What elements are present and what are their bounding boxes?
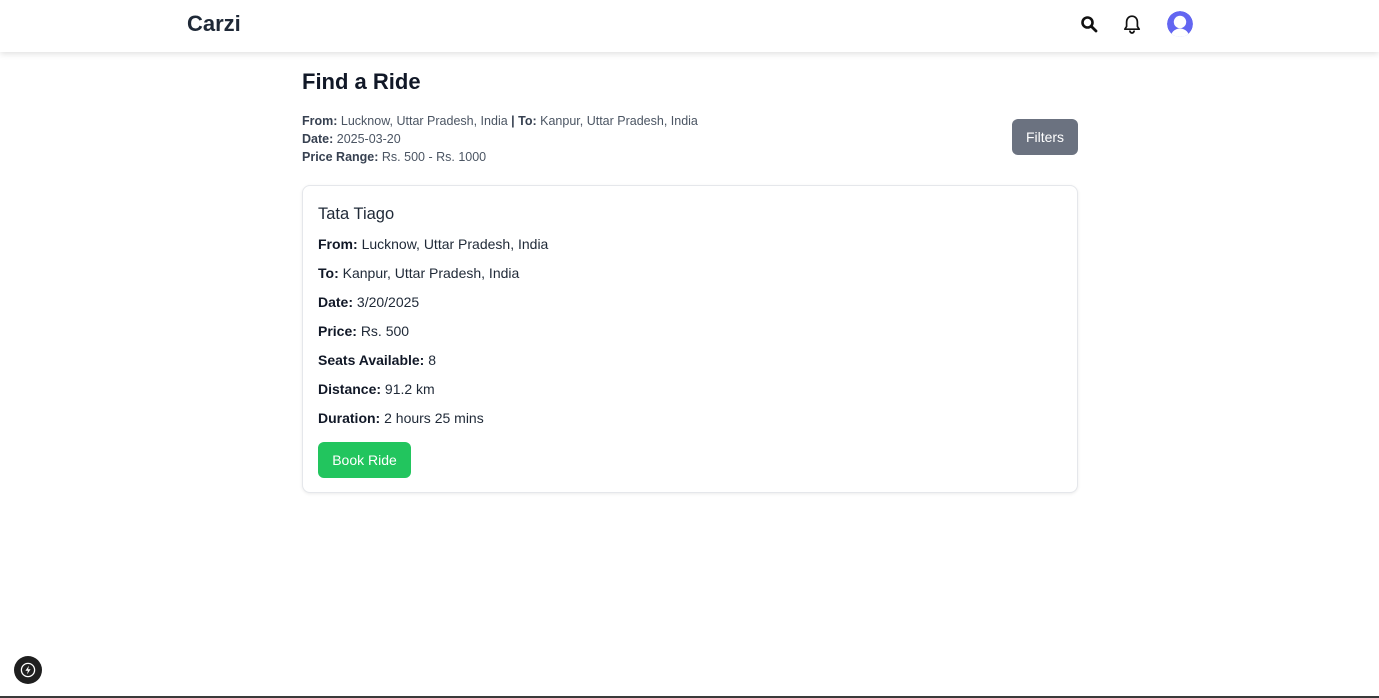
page-title: Find a Ride [302,69,421,94]
ride-duration: Duration: 2 hours 25 mins [318,410,484,426]
ride-to: To: Kanpur, Uttar Pradesh, India [318,265,519,281]
search-icon[interactable] [1080,15,1098,33]
summary-from-label: From: [302,114,338,128]
ride-date-value: 3/20/2025 [356,294,420,310]
summary-separator: | [511,114,515,128]
ride-to-value: Kanpur, Uttar Pradesh, India [342,265,520,281]
summary-price-label: Price Range: [302,150,379,164]
ride-distance: Distance: 91.2 km [318,381,435,397]
summary-price-value: Rs. 500 - Rs. 1000 [381,150,487,164]
ride-duration-label: Duration: [318,410,381,426]
ride-price-value: Rs. 500 [360,323,410,339]
navbar-actions [1076,10,1196,40]
dev-tools-badge[interactable] [14,656,42,684]
ride-price-label: Price: [318,323,357,339]
ride-date-label: Date: [318,294,354,310]
search-summary: From: Lucknow, Uttar Pradesh, India | To… [302,112,698,166]
book-ride-button[interactable]: Book Ride [318,442,411,478]
bell-icon[interactable] [1121,13,1143,35]
brand-logo[interactable]: Carzi [187,11,241,37]
summary-date-label: Date: [302,132,334,146]
ride-card: Tata Tiago From: Lucknow, Uttar Pradesh,… [302,185,1078,493]
summary-price: Price Range: Rs. 500 - Rs. 1000 [302,148,698,166]
ride-from: From: Lucknow, Uttar Pradesh, India [318,236,548,252]
ride-date: Date: 3/20/2025 [318,294,419,310]
summary-from-value: Lucknow, Uttar Pradesh, India [340,114,508,128]
summary-to-label: To: [518,114,537,128]
ride-from-label: From: [318,236,358,252]
ride-from-value: Lucknow, Uttar Pradesh, India [361,236,549,252]
ride-seats-label: Seats Available: [318,352,425,368]
ride-seats-value: 8 [428,352,437,368]
summary-route: From: Lucknow, Uttar Pradesh, India | To… [302,112,698,130]
filters-button[interactable]: Filters [1012,119,1078,155]
summary-to-value: Kanpur, Uttar Pradesh, India [540,114,698,128]
top-navbar: Carzi [0,0,1379,52]
ride-to-label: To: [318,265,339,281]
ride-price: Price: Rs. 500 [318,323,409,339]
ride-duration-value: 2 hours 25 mins [384,410,484,426]
user-avatar-icon[interactable] [1167,11,1193,37]
summary-date: Date: 2025-03-20 [302,130,698,148]
car-name: Tata Tiago [318,205,395,223]
ride-distance-value: 91.2 km [384,381,435,397]
ride-seats: Seats Available: 8 [318,352,436,368]
lightning-icon [20,662,36,678]
ride-distance-label: Distance: [318,381,382,397]
summary-date-value: 2025-03-20 [336,132,401,146]
